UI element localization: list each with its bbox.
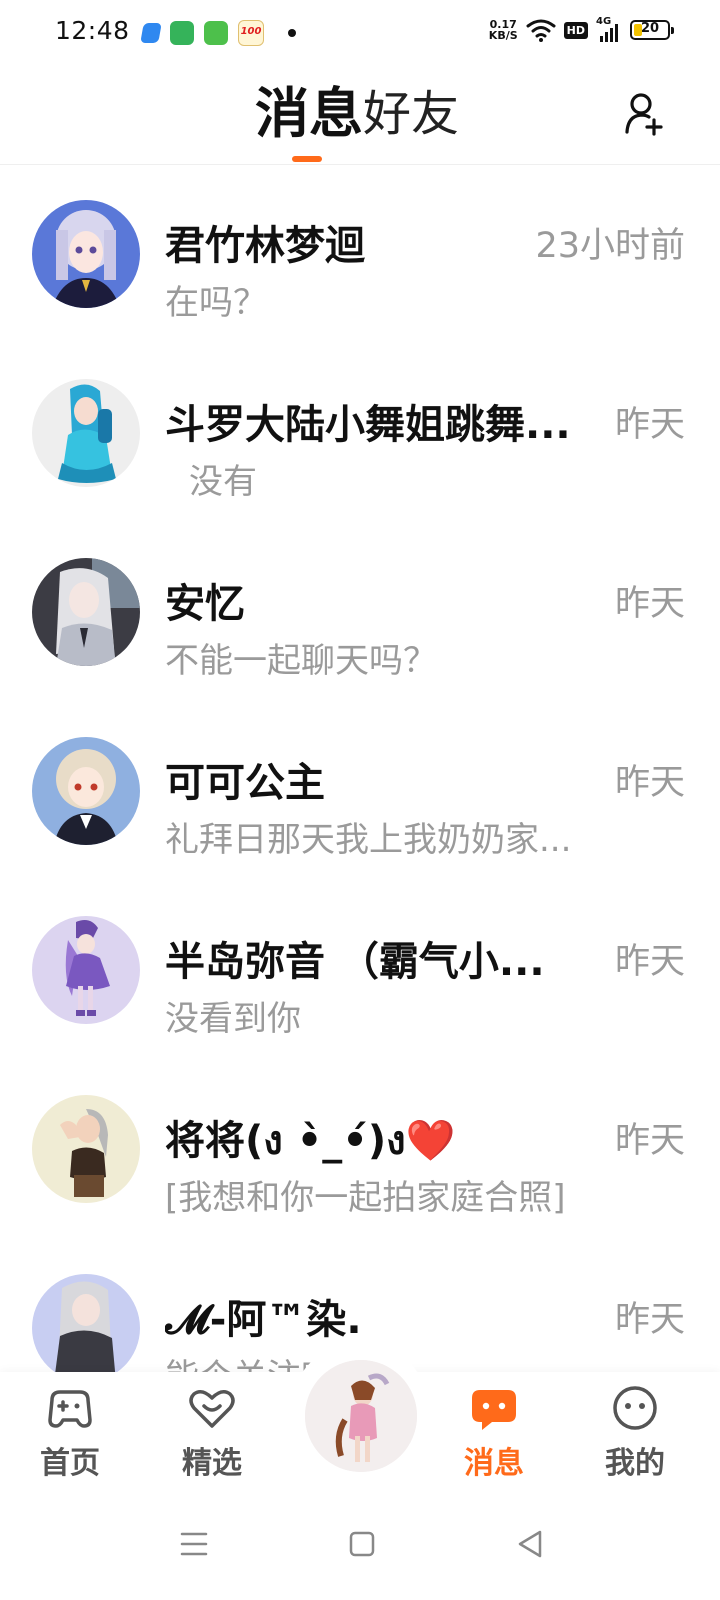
- conversation-name: 君竹林梦迴: [165, 223, 365, 269]
- back-triangle-icon[interactable]: [510, 1524, 550, 1564]
- conversation-time: 昨天: [614, 584, 685, 624]
- conversation-time: 昨天: [614, 942, 685, 982]
- signal-icon: 4G: [596, 16, 622, 42]
- active-tab-indicator: [292, 156, 322, 162]
- conversation-preview: 没看到你: [165, 999, 301, 1039]
- avatar[interactable]: [32, 200, 140, 308]
- avatar[interactable]: [32, 1095, 140, 1203]
- nav-item-messages[interactable]: 消息: [444, 1382, 544, 1482]
- gamepad-icon: [48, 1390, 92, 1428]
- conversation-time: 昨天: [614, 1300, 685, 1340]
- conversation-preview: [我想和你一起拍家庭合照]: [165, 1178, 566, 1218]
- nav-label-messages: 消息: [464, 1446, 524, 1481]
- conversation-list: 君竹林梦迴 23小时前 在吗？ 斗罗大陆小舞姐跳舞... 昨天 没有 安忆 昨天…: [0, 165, 720, 1372]
- avatar[interactable]: [32, 558, 140, 666]
- conversation-name: 𝓜-阿™染.: [165, 1297, 362, 1343]
- conversation-preview: 不能一起聊天吗？: [165, 641, 437, 681]
- conversation-name: 半岛弥音 （霸气小...: [165, 939, 545, 985]
- system-icons: 0.17 KB/S HD 4G 20: [489, 16, 674, 42]
- system-navigation-bar: [0, 1490, 720, 1600]
- more-notifications-dot: [288, 29, 296, 37]
- network-speed-unit: KB/S: [488, 29, 518, 42]
- wifi-icon: [526, 19, 556, 42]
- menu-icon[interactable]: [174, 1524, 214, 1564]
- home-square-icon[interactable]: [342, 1524, 382, 1564]
- nav-label-mine: 我的: [605, 1446, 665, 1481]
- conversation-name-text: 将将(ง •̀_•́)ง: [165, 1118, 406, 1164]
- conversation-item[interactable]: 君竹林梦迴 23小时前 在吗？: [0, 165, 720, 344]
- avatar[interactable]: [32, 379, 140, 487]
- nav-label-home: 首页: [40, 1446, 100, 1481]
- conversation-item[interactable]: 将将(ง •̀_•́)ง❤️ 昨天 [我想和你一起拍家庭合照]: [0, 1060, 720, 1239]
- conversation-preview: 礼拜日那天我上我奶奶家...: [165, 820, 572, 860]
- status-time: 12:48: [55, 16, 130, 45]
- chat-bubble-icon: [472, 1390, 516, 1430]
- nav-label-featured: 精选: [182, 1446, 242, 1481]
- header-tabs: 消息 好友: [255, 82, 459, 146]
- conversation-name: 安忆: [165, 581, 245, 627]
- header: 消息 好友: [0, 64, 720, 165]
- nav-center-avatar[interactable]: [305, 1360, 417, 1472]
- feather-app-icon: [140, 23, 162, 43]
- avatar[interactable]: [32, 916, 140, 1024]
- status-bar: 12:48 100 0.17 KB/S HD 4G 20: [0, 0, 720, 64]
- smiley-face-icon: [613, 1386, 657, 1430]
- conversation-time: 昨天: [614, 405, 685, 445]
- conversation-time: 23小时前: [535, 226, 685, 266]
- notification-icons: 100: [138, 20, 296, 46]
- tab-friends[interactable]: 好友: [363, 82, 459, 146]
- battery-level: 20: [640, 21, 660, 36]
- avatar[interactable]: [32, 1274, 140, 1372]
- avatar[interactable]: [32, 737, 140, 845]
- chat-app-icon: [170, 21, 194, 45]
- conversation-name: 斗罗大陆小舞姐跳舞...: [165, 402, 571, 448]
- conversation-item[interactable]: 半岛弥音 （霸气小... 昨天 没看到你: [0, 881, 720, 1060]
- tab-messages[interactable]: 消息: [255, 82, 363, 146]
- heart-emoji: ❤️: [405, 1118, 456, 1164]
- hundred-app-icon: 100: [238, 20, 264, 46]
- add-user-icon[interactable]: [624, 92, 664, 136]
- conversation-time: 昨天: [614, 763, 685, 803]
- conversation-item[interactable]: 可可公主 昨天 礼拜日那天我上我奶奶家...: [0, 702, 720, 881]
- conversation-item[interactable]: 安忆 昨天 不能一起聊天吗？: [0, 523, 720, 702]
- nav-item-home[interactable]: 首页: [20, 1382, 120, 1482]
- conversation-item[interactable]: 斗罗大陆小舞姐跳舞... 昨天 没有: [0, 344, 720, 523]
- hundred-app-label: 100: [240, 26, 262, 37]
- hd-badge: HD: [563, 21, 588, 39]
- conversation-preview: 没有: [189, 462, 257, 502]
- store-app-icon: [204, 21, 228, 45]
- nav-item-mine[interactable]: 我的: [585, 1382, 685, 1482]
- network-speed: 0.17 KB/S: [489, 19, 518, 41]
- nav-item-featured[interactable]: 精选: [162, 1382, 262, 1482]
- conversation-name: 将将(ง •̀_•́)ง❤️: [165, 1108, 456, 1172]
- conversation-preview: 在吗？: [165, 283, 267, 323]
- battery-icon: 20: [630, 20, 674, 40]
- heart-icon: [189, 1390, 235, 1428]
- conversation-name: 可可公主: [165, 760, 325, 806]
- bottom-nav: 首页 精选 消息 我的: [0, 1342, 720, 1490]
- conversation-time: 昨天: [614, 1121, 685, 1161]
